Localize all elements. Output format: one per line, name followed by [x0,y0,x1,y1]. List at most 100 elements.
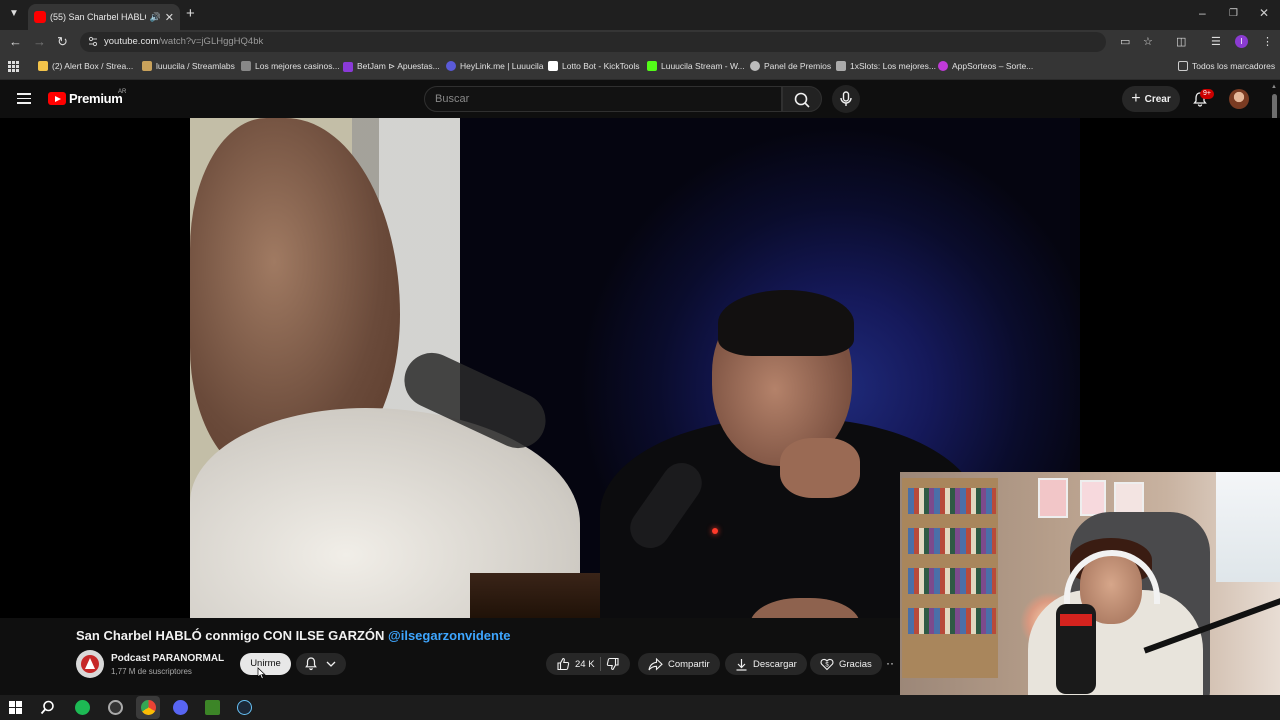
like-count: 24 K [575,658,595,670]
bookmark-item[interactable]: 1xSlots: Los mejores... [836,61,936,71]
video-title: San Charbel HABLÓ conmigo CON ILSE GARZÓ… [76,628,511,643]
cast-icon[interactable]: ▭ [1120,35,1130,48]
obs-icon[interactable] [108,700,123,715]
browser-tab-active[interactable]: (55) San Charbel HABLÓ co 🔊 ✕ [28,4,180,30]
account-avatar[interactable] [1229,89,1249,109]
microphone-icon [840,91,852,106]
all-bookmarks-folder[interactable]: Todos los marcadores [1178,61,1275,71]
bookmark-item[interactable]: Los mejores casinos... [241,61,340,71]
bookmark-item[interactable]: BetJam ⊳ Apuestas... [343,61,440,72]
bookmark-label: Panel de Premios [764,61,832,71]
channel-name[interactable]: Podcast PARANORMAL [111,653,224,664]
bookmark-item[interactable]: Luuucila Stream - W... [647,61,745,71]
discord-icon[interactable] [173,700,188,715]
video-scene-red-light [712,528,718,534]
search-placeholder: Buscar [435,93,470,105]
browser-menu-icon[interactable]: ⋮ [1262,35,1273,48]
mention-link[interactable]: @ilsegarzonvidente [388,628,510,643]
bookmark-item[interactable]: AppSorteos – Sorte... [938,61,1033,71]
like-divider [599,657,601,671]
bookmark-favicon-icon [142,61,152,71]
thanks-label: Gracias [839,658,872,670]
webcam-wall-picture [1080,480,1106,516]
restore-icon[interactable]: ❐ [1229,8,1238,19]
all-bookmarks-label: Todos los marcadores [1192,61,1276,71]
bookmark-item[interactable]: Panel de Premios [750,61,831,71]
youtube-logo-icon[interactable] [48,92,66,105]
bookmark-label: BetJam ⊳ Apuestas... [357,61,440,71]
subscriber-count: 1,77 M de suscriptores [111,667,192,676]
download-label: Descargar [753,658,797,670]
spotify-icon[interactable] [75,700,90,715]
bookmark-label: luuucila / Streamlabs [156,61,235,71]
new-tab-icon[interactable]: + [186,6,195,22]
search-input[interactable]: Buscar [424,86,782,112]
site-info-icon[interactable] [88,36,98,47]
minimize-icon[interactable]: – [1199,6,1206,20]
webcam-wall-picture [1038,478,1068,518]
bookmark-label: Luuucila Stream - W... [661,61,745,71]
close-window-icon[interactable]: ✕ [1259,6,1269,20]
like-dislike-group: 24 K [546,653,630,675]
reload-icon[interactable]: ↻ [57,34,68,50]
subscribed-notifications-button[interactable] [296,653,346,675]
share-button[interactable]: Compartir [638,653,720,675]
bookmark-label: Lotto Bot - KickTools [562,61,640,71]
speaker-icon[interactable]: 🔊 [150,12,161,23]
bookmark-label: (2) Alert Box / Strea... [52,61,134,71]
mouse-cursor-icon [257,667,266,680]
search-button[interactable] [782,86,822,112]
download-button[interactable]: Descargar [725,653,807,675]
bookmark-label: 1xSlots: Los mejores... [850,61,936,71]
taskbar-search-icon[interactable] [40,700,55,715]
chrome-icon[interactable] [141,700,156,715]
webcam-overlay [900,472,1280,706]
apps-grid-icon[interactable] [8,61,19,72]
bookmark-favicon-icon [647,61,657,71]
thanks-button[interactable]: $ Gracias [810,653,882,675]
back-icon[interactable]: ← [9,34,22,50]
steam-icon[interactable] [237,700,252,715]
dislike-button[interactable] [606,657,620,671]
bookmark-item[interactable]: (2) Alert Box / Strea... [38,61,133,71]
logo-premium-text[interactable]: Premium [69,91,123,106]
url-host: youtube.com [104,36,159,47]
bookmark-star-icon[interactable]: ☆ [1143,35,1153,48]
bookmark-item[interactable]: HeyLink.me | Luuucila [446,61,543,71]
browser-tab-strip: ▼ (55) San Charbel HABLÓ co 🔊 ✕ + – ❐ ✕ [0,0,1280,30]
scroll-up-arrow-icon[interactable]: ▲ [1271,84,1277,90]
hamburger-menu-icon[interactable] [17,93,31,104]
bookmark-item[interactable]: Lotto Bot - KickTools [548,61,639,71]
webcam-books-row [908,488,996,514]
youtube-header: Premium AR Buscar + Crear 9+ [0,80,1280,118]
bookmark-item[interactable]: luuucila / Streamlabs [142,61,235,71]
media-controls-icon[interactable]: ☰ [1211,35,1221,48]
channel-avatar[interactable] [76,650,104,678]
create-button[interactable]: + Crear [1122,86,1180,112]
youtube-favicon-icon [34,11,46,23]
create-label: Crear [1144,93,1171,105]
bookmarks-bar: (2) Alert Box / Strea... luuucila / Stre… [0,54,1280,80]
thumbs-down-icon [606,657,619,671]
bookmark-label: Los mejores casinos... [255,61,340,71]
bookmark-favicon-icon [241,61,251,71]
browser-toolbar: ← → ↻ youtube.com/watch?v=jGLHggHQ4bk ▭ … [0,30,1280,54]
webcam-books-row [908,608,996,634]
tab-search-chevron-icon[interactable]: ▼ [6,6,22,22]
windows-start-icon[interactable] [9,701,22,714]
bookmark-favicon-icon [446,61,456,71]
folder-icon [1178,61,1188,71]
voice-search-button[interactable] [832,85,860,113]
forward-icon[interactable]: → [33,34,46,50]
profile-avatar-icon[interactable]: I [1235,35,1248,48]
bookmark-favicon-icon [343,61,353,72]
thumbs-up-icon [557,657,570,671]
webcam-books-row [908,528,996,554]
extensions-icon[interactable]: ◫ [1176,35,1186,48]
like-button[interactable]: 24 K [556,657,595,671]
close-tab-icon[interactable]: ✕ [165,11,174,24]
share-arrow-icon [648,657,663,671]
address-bar[interactable]: youtube.com/watch?v=jGLHggHQ4bk [80,32,1106,52]
bookmark-favicon-icon [836,61,846,71]
minecraft-icon[interactable] [205,700,220,715]
